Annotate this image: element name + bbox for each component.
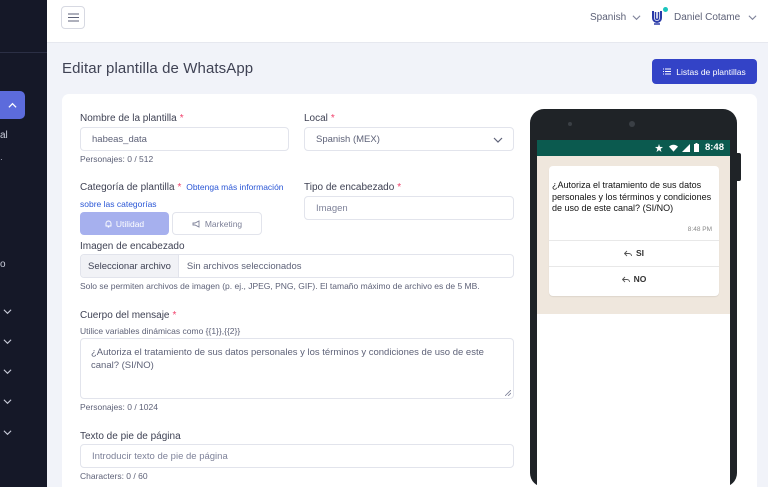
- quick-reply-si-label: SI: [635, 248, 645, 258]
- reply-icon: [621, 276, 630, 282]
- phone-side-button: [737, 153, 741, 181]
- quick-reply-si[interactable]: SI: [549, 241, 719, 265]
- header-type-label: Tipo de encabezado *: [304, 182, 402, 193]
- message-bubble: ¿Autoriza el tratamiento de sus datos pe…: [549, 166, 719, 296]
- chevron-down-icon: [632, 15, 641, 21]
- category-marketing-label: Marketing: [204, 218, 243, 229]
- sidebar-divider: [0, 52, 47, 53]
- message-body-textarea[interactable]: ¿Autoriza el tratamiento de sus datos pe…: [80, 338, 514, 399]
- reply-icon: [623, 250, 632, 256]
- header-image-label: Imagen de encabezado: [80, 241, 185, 252]
- list-icon: [663, 68, 672, 75]
- sidebar-item-active[interactable]: [0, 91, 25, 119]
- phone-screen: 8:48 ¿Autoriza el tratamiento de sus dat…: [537, 140, 730, 487]
- language-label: Spanish: [590, 12, 627, 23]
- message-preview-time: 8:48 PM: [687, 226, 712, 233]
- signal-icon: [682, 144, 690, 152]
- page-title: Editar plantilla de WhatsApp: [62, 60, 254, 77]
- language-selector[interactable]: Spanish: [590, 12, 641, 23]
- star-icon: [655, 144, 663, 152]
- battery-icon: [694, 143, 699, 152]
- template-lists-label: Listas de plantillas: [676, 66, 746, 77]
- locale-select[interactable]: Spanish (MEX): [304, 127, 514, 151]
- chevron-down-icon[interactable]: [3, 307, 12, 316]
- footer-text-counter: Characters: 0 / 60: [80, 471, 148, 481]
- chevron-down-icon[interactable]: [3, 337, 12, 346]
- sidebar-item-label: ·: [0, 155, 3, 164]
- chevron-down-icon: [493, 137, 503, 143]
- message-preview-text: ¿Autoriza el tratamiento de sus datos pe…: [552, 180, 712, 213]
- template-name-input[interactable]: habeas_data: [80, 127, 289, 151]
- footer-text-input[interactable]: Introducir texto de pie de página: [80, 444, 514, 468]
- message-body-label: Cuerpo del mensaje *: [80, 310, 177, 321]
- message-body-value: ¿Autoriza el tratamiento de sus datos pe…: [91, 347, 484, 371]
- user-name: Daniel Cotame: [674, 11, 741, 23]
- category-label: Categoría de plantilla * Obtenga más info…: [80, 182, 284, 193]
- chevron-down-icon[interactable]: [3, 367, 12, 376]
- chevron-down-icon[interactable]: [3, 397, 12, 406]
- category-utility-label: Utilidad: [115, 218, 145, 229]
- category-marketing-button[interactable]: Marketing: [172, 212, 262, 235]
- phone-status-bar: 8:48: [537, 140, 730, 156]
- template-name-label: Nombre de la plantilla *: [80, 113, 184, 124]
- online-status-dot: [663, 7, 668, 12]
- phone-status-time: 8:48: [704, 142, 724, 153]
- file-help-text: Solo se permiten archivos de imagen (p. …: [80, 281, 480, 291]
- sidebar-item-label[interactable]: o: [0, 259, 6, 270]
- header-type-input[interactable]: Imagen: [304, 196, 514, 220]
- phone-camera: [629, 121, 635, 127]
- menu-toggle-button[interactable]: [61, 6, 85, 29]
- wifi-icon: [669, 144, 678, 152]
- resize-handle-icon[interactable]: [505, 390, 511, 396]
- footer-text-label: Texto de pie de página: [80, 431, 181, 442]
- category-info-link[interactable]: Obtenga más información: [186, 182, 283, 192]
- template-name-counter: Personajes: 0 / 512: [80, 154, 154, 164]
- chevron-down-icon[interactable]: [3, 428, 12, 437]
- locale-label: Local *: [304, 113, 335, 124]
- bell-icon: [105, 220, 112, 227]
- user-logo-icon: [652, 11, 662, 25]
- megaphone-icon: [192, 219, 200, 228]
- select-file-button[interactable]: Seleccionar archivo: [81, 255, 179, 277]
- category-info-link-2[interactable]: sobre las categorías: [80, 199, 157, 209]
- locale-value: Spanish (MEX): [316, 133, 380, 145]
- chevron-down-icon: [748, 14, 757, 20]
- avatar: [650, 7, 668, 26]
- message-body-counter: Personajes: 0 / 1024: [80, 402, 158, 412]
- quick-reply-no-label: NO: [633, 274, 647, 284]
- chevron-up-icon: [8, 102, 17, 108]
- hamburger-icon: [67, 13, 79, 22]
- sidebar: al · o: [0, 0, 47, 487]
- message-body-help: Utilice variables dinámicas como {{1}},{…: [80, 326, 241, 336]
- category-utility-button[interactable]: Utilidad: [80, 212, 169, 235]
- top-header: Spanish Daniel Cotame: [47, 0, 768, 43]
- sidebar-item-label[interactable]: al: [0, 130, 8, 141]
- template-lists-button[interactable]: Listas de plantillas: [652, 59, 757, 84]
- user-menu[interactable]: Daniel Cotame: [650, 7, 757, 26]
- quick-reply-no[interactable]: NO: [549, 267, 719, 291]
- header-image-file-input[interactable]: Seleccionar archivo Sin archivos selecci…: [80, 254, 514, 278]
- phone-sensor: [568, 122, 572, 126]
- selected-file-name: Sin archivos seleccionados: [186, 260, 302, 272]
